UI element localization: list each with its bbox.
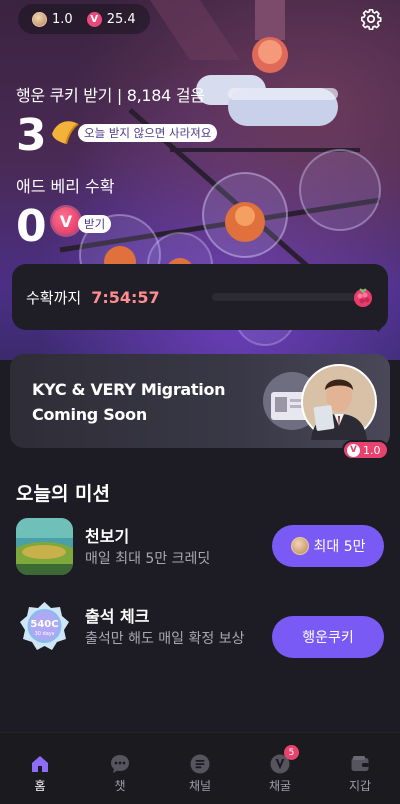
mission-reward-button[interactable]: 최대 5만 — [272, 525, 384, 567]
landscape-thumbnail — [16, 518, 73, 575]
tab-channel[interactable]: 채널 — [160, 733, 240, 804]
mission-title: 출석 체크 — [85, 607, 150, 626]
bottom-tab-bar: 홈 챗 채널 5 채굴 지갑 — [0, 732, 400, 804]
mission-reward-button-label: 행운쿠키 — [302, 630, 354, 646]
mission-reward-button[interactable]: 행운쿠키 — [272, 616, 384, 658]
coin-icon — [32, 11, 47, 27]
tab-label: 채굴 — [268, 779, 292, 793]
settings-gear-icon[interactable] — [360, 8, 382, 30]
attendance-badge-thumbnail: 540C 30 days — [16, 598, 73, 655]
balance-bar: 1.0 V 25.4 — [18, 4, 150, 34]
attendance-badge-days: 30 days — [35, 631, 55, 637]
ad-berry-count: 0 — [16, 201, 47, 252]
coin-balance-value: 1.0 — [52, 11, 73, 27]
banner-reward-tag: V 1.0 — [342, 440, 389, 460]
banner-title: KYC & VERY Migration Coming Soon — [32, 377, 226, 427]
wallet-icon — [351, 756, 369, 771]
tab-wallet[interactable]: 지갑 — [320, 733, 400, 804]
harvest-progress-bar — [212, 293, 357, 301]
tab-label: 채널 — [188, 779, 212, 793]
raspberry-icon — [354, 288, 372, 307]
person-with-passport-illustration — [301, 364, 377, 440]
tab-label: 지갑 — [348, 779, 372, 793]
fortune-cookie-icon[interactable] — [50, 118, 80, 146]
ad-berry-label: 애드 베리 수확 — [16, 177, 115, 196]
banner-reward-value: 1.0 — [363, 443, 381, 457]
mission-item: 천보기 매일 최대 5만 크레딧 최대 5만 — [16, 518, 386, 576]
missions-title: 오늘의 미션 — [16, 483, 111, 505]
home-icon — [32, 756, 48, 772]
mission-title: 천보기 — [85, 527, 130, 546]
banner-title-line2: Coming Soon — [32, 405, 147, 424]
tab-label: 홈 — [34, 779, 46, 793]
channel-icon — [190, 754, 210, 774]
attendance-badge-value: 540C — [30, 619, 58, 630]
very-balance[interactable]: V 25.4 — [86, 11, 136, 27]
chat-icon — [111, 755, 129, 773]
coin-balance[interactable]: 1.0 — [32, 11, 73, 27]
ad-berry-claim-note[interactable]: 받기 — [78, 215, 112, 233]
harvest-timer-card: 수확까지 7:54:57 — [12, 264, 388, 330]
mission-item: 540C 30 days 출석 체크 출석만 해도 매일 확정 보상 행운쿠키 — [16, 598, 386, 658]
mining-notification-badge: 5 — [284, 745, 299, 760]
very-berry-icon[interactable]: V — [52, 207, 80, 235]
very-balance-value: 25.4 — [106, 11, 136, 27]
banner-title-line1: KYC & VERY Migration — [32, 380, 226, 399]
tab-label: 챗 — [114, 779, 126, 793]
fortune-cookie-count: 3 — [16, 110, 47, 161]
tab-home[interactable]: 홈 — [0, 733, 80, 804]
harvest-timer: 7:54:57 — [91, 287, 160, 307]
mission-reward-button-label: 최대 5만 — [313, 539, 366, 555]
fortune-cookie-expire-note: 오늘 받지 않으면 사라져요 — [78, 124, 218, 142]
mission-subtitle: 매일 최대 5만 크레딧 — [85, 551, 211, 567]
kyc-migration-banner[interactable]: KYC & VERY Migration Coming Soon — [10, 354, 390, 448]
harvest-label: 수확까지 — [26, 288, 82, 307]
coin-icon — [290, 537, 309, 555]
fortune-cookie-label: 행운 쿠키 받기 | 8,184 걸음 — [16, 86, 205, 105]
very-token-icon: V — [86, 11, 102, 27]
very-token-icon: V — [347, 443, 360, 457]
tab-chat[interactable]: 챗 — [80, 733, 160, 804]
tab-mining[interactable]: 5 채굴 — [240, 733, 320, 804]
mission-subtitle: 출석만 해도 매일 확정 보상 — [85, 631, 245, 647]
